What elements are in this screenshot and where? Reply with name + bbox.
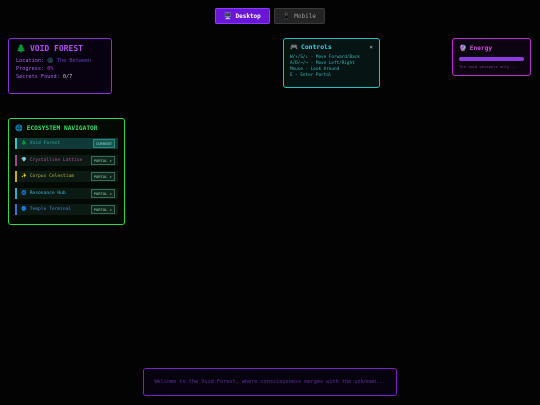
energy-panel: 🔮 Energy The void whispers only...	[452, 38, 531, 76]
location-row: Location: 🌑 The Between	[16, 57, 104, 65]
sparkles-icon: ✨	[21, 174, 27, 179]
portal-button[interactable]: PORTAL ▸	[90, 172, 115, 181]
current-badge: CURRENT	[92, 139, 115, 148]
status-panel: 🌲 VOID FOREST Location: 🌑 The Between Pr…	[8, 38, 112, 94]
nav-item-label: Crystalline Lattice	[29, 157, 83, 163]
energy-bar-fill	[459, 57, 524, 61]
control-line: E - Enter Portal	[290, 73, 332, 78]
secrets-label: Secrets Found:	[16, 74, 60, 80]
message-text: Welcome to the Void Forest, where consci…	[154, 378, 386, 385]
nav-item-corpus-celestium[interactable]: ✨ Corpus Celestium PORTAL ▸	[15, 171, 118, 182]
desktop-button[interactable]: 🖥️ Desktop	[215, 8, 270, 24]
close-icon[interactable]: ×	[369, 44, 373, 51]
energy-bar	[459, 57, 524, 61]
location-label: Location:	[16, 58, 45, 64]
mobile-label: Mobile	[294, 12, 316, 20]
mobile-icon: 📱	[282, 12, 291, 20]
controls-panel: 🎮 Controls × W/↑/S/↓ - Move Forward/Back…	[283, 38, 380, 88]
energy-note: The void whispers only...	[459, 64, 517, 69]
desktop-icon: 🖥️	[224, 12, 232, 20]
crystal-ball-icon: 🔮	[459, 45, 467, 52]
secrets-row: Secrets Found: 0/7	[16, 73, 104, 81]
gamepad-icon: 🎮	[290, 43, 298, 51]
portal-button[interactable]: PORTAL ▸	[90, 188, 115, 198]
tree-icon: 🌲	[16, 44, 26, 53]
gem-icon: 💎	[21, 157, 27, 163]
energy-title: 🔮 Energy	[459, 44, 524, 53]
portal-button[interactable]: PORTAL ▸	[90, 155, 115, 165]
blue-circle-icon: 🔵	[21, 207, 27, 212]
secrets-value: 0/7	[62, 74, 73, 80]
nav-item-label: Void Forest	[29, 141, 61, 146]
nav-item-temple-terminal[interactable]: 🔵 Temple Terminal PORTAL ▸	[15, 204, 118, 215]
status-title-text: VOID FOREST	[29, 44, 83, 53]
ecosystem-navigator: 🌐 ECOSYSTEM NAVIGATOR 🌲 Void Forest CURRE…	[8, 118, 125, 225]
view-toggle: 🖥️ Desktop 📱 Mobile	[0, 8, 540, 24]
desktop-label: Desktop	[235, 12, 261, 20]
mobile-button[interactable]: 📱 Mobile	[273, 8, 325, 24]
status-title: 🌲 VOID FOREST	[16, 44, 104, 53]
swirl-icon: 🌀	[21, 190, 27, 196]
message-bar: Welcome to the Void Forest, where consci…	[143, 368, 397, 396]
progress-label: Progress:	[16, 66, 45, 72]
nav-item-label: Temple Terminal	[29, 207, 72, 212]
controls-title-text: Controls	[300, 43, 332, 51]
nav-item-label: Resonance Hub	[29, 190, 66, 196]
energy-title-text: Energy	[469, 44, 493, 52]
progress-row: Progress: 0%	[16, 65, 104, 73]
nav-item-crystalline-lattice[interactable]: 💎 Crystalline Lattice PORTAL ▸	[15, 154, 118, 166]
controls-title: 🎮 Controls	[290, 43, 332, 51]
nav-item-resonance-hub[interactable]: 🌀 Resonance Hub PORTAL ▸	[15, 187, 118, 199]
moon-icon: 🌑	[47, 58, 54, 64]
progress-value: 0%	[47, 66, 54, 72]
nav-item-label: Corpus Celestium	[29, 174, 74, 179]
navigator-title: 🌐 ECOSYSTEM NAVIGATOR	[15, 124, 118, 133]
tree-icon: 🌲	[21, 141, 27, 146]
nav-item-void-forest[interactable]: 🌲 Void Forest CURRENT	[15, 138, 118, 149]
globe-icon: 🌐	[15, 125, 23, 132]
navigator-title-text: ECOSYSTEM NAVIGATOR	[26, 124, 98, 132]
location-value: The Between	[56, 58, 92, 64]
portal-button[interactable]: PORTAL ▸	[90, 205, 115, 214]
